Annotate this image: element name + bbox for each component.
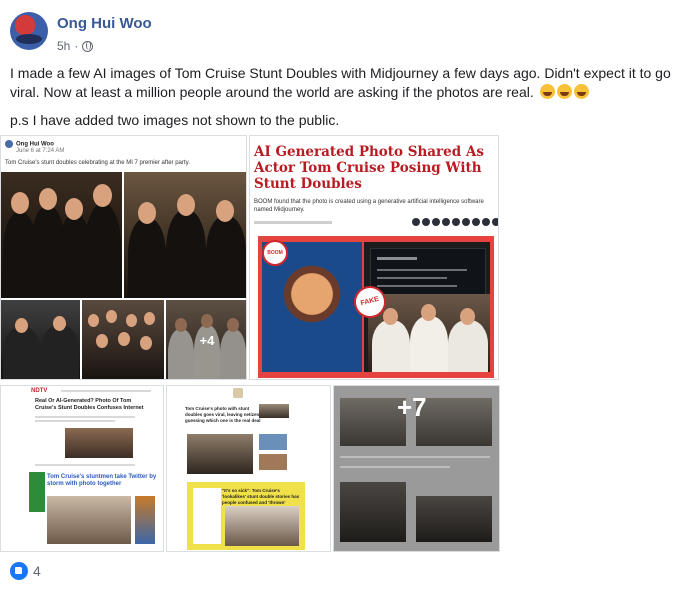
embedded-avatar — [5, 140, 13, 148]
more-photos-overlay[interactable]: +7 — [397, 392, 427, 423]
green-banner — [29, 472, 45, 512]
article-hero-image: FAKE BOOM — [258, 236, 494, 378]
laughing-emoji-icon — [539, 84, 555, 99]
reaction-summary[interactable]: 4 — [10, 562, 41, 580]
post-paragraph-1: I made a few AI images of Tom Cruise Stu… — [10, 64, 680, 102]
article-headline: Real Or AI-Generated? Photo Of Tom Cruis… — [35, 398, 144, 411]
stunt-doubles-photo — [1, 172, 122, 298]
post-paragraph-2: p.s I have added two images not shown to… — [10, 112, 340, 128]
article-byline — [254, 220, 332, 225]
article-headline: "It's so sick": Tom Cruise's 'lookalikes… — [222, 488, 300, 505]
post-time[interactable]: 5h — [57, 39, 70, 53]
article-photo — [187, 434, 253, 474]
embedded-time: June 6 at 7:24 AM — [16, 148, 65, 154]
stunt-doubles-photo — [82, 300, 164, 379]
article-headline: AI Generated Photo Shared As Actor Tom C… — [254, 144, 484, 192]
like-count[interactable]: 4 — [33, 563, 41, 579]
stunt-doubles-photo — [368, 294, 490, 372]
embedded-post-header: Ong Hui Woo June 6 at 7:24 AM — [5, 140, 64, 154]
site-logo — [233, 388, 243, 398]
stunt-doubles-photo — [1, 300, 80, 379]
gallery-image-2[interactable]: AI Generated Photo Shared As Actor Tom C… — [249, 135, 499, 380]
stunt-doubles-photo — [124, 172, 246, 298]
post-meta: 5h · — [57, 39, 94, 53]
article-photo — [65, 428, 133, 458]
laughing-emoji-icon — [573, 84, 589, 99]
like-icon[interactable] — [10, 562, 28, 580]
sidebar-photo — [259, 454, 287, 470]
ad-image — [135, 496, 155, 544]
boom-logo: BOOM — [262, 240, 288, 266]
sidebar-photo — [259, 434, 287, 450]
article-photo — [47, 496, 131, 544]
more-photos-overlay[interactable]: +4 — [166, 300, 246, 379]
embedded-author: Ong Hui Woo — [16, 141, 54, 148]
globe-icon[interactable] — [82, 40, 94, 52]
gallery-image-4[interactable]: Tom Cruise's photo with stunt doubles go… — [166, 385, 331, 552]
author-name[interactable]: Ong Hui Woo — [57, 15, 152, 32]
photo-gallery: Ong Hui Woo June 6 at 7:24 AM Tom Cruise… — [0, 135, 500, 554]
article-photo — [259, 404, 289, 418]
article-subtitle: BOOM found that the photo is created usi… — [254, 199, 484, 213]
site-logo: NDTV — [31, 388, 48, 394]
laughing-emoji-icon — [556, 84, 572, 99]
avatar[interactable] — [10, 12, 48, 50]
tweet-card — [370, 248, 486, 298]
post-text-line-1: I made a few AI images of Tom Cruise Stu… — [10, 65, 671, 100]
embedded-caption: Tom Cruise's stunt doubles celebrating a… — [5, 160, 190, 166]
article-headline: Tom Cruise's photo with stunt doubles go… — [185, 406, 262, 423]
post-text: I made a few AI images of Tom Cruise Stu… — [10, 64, 680, 139]
article-headline: Tom Cruise's stuntmen take Twitter by st… — [47, 474, 157, 487]
gallery-image-1[interactable]: Ong Hui Woo June 6 at 7:24 AM Tom Cruise… — [0, 135, 247, 380]
meta-separator: · — [74, 39, 79, 53]
gallery-image-5[interactable]: +7 — [333, 385, 500, 552]
share-icons — [412, 218, 498, 226]
gallery-image-3[interactable]: NDTV Real Or AI-Generated? Photo Of Tom … — [0, 385, 164, 552]
